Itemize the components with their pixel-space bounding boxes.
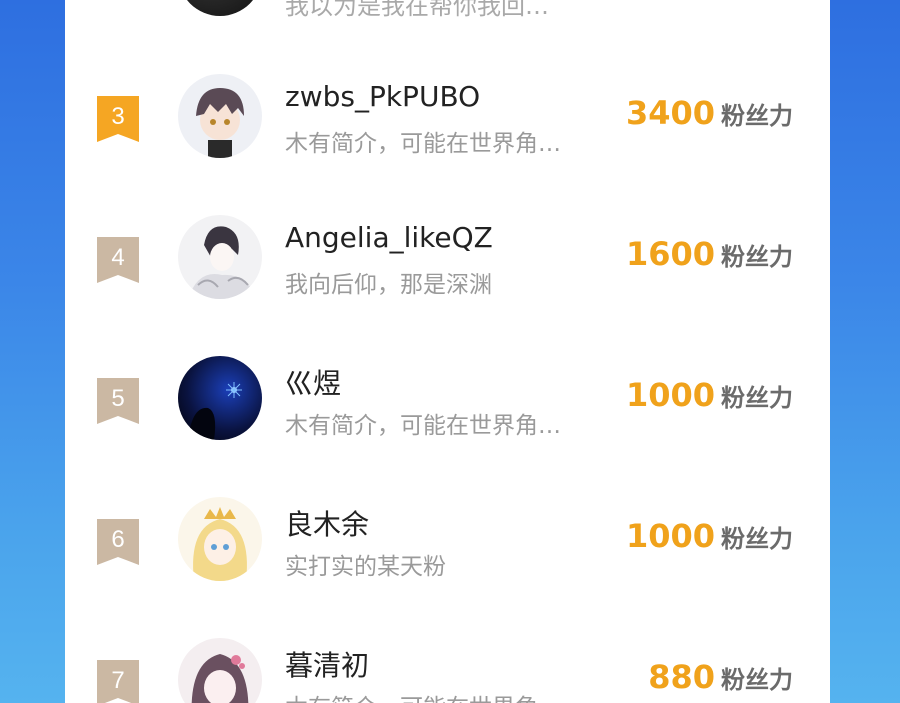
fan-power-score: 1000 粉丝力: [626, 517, 793, 555]
score-unit: 粉丝力: [721, 525, 793, 553]
rank-number: 7: [111, 667, 125, 694]
fan-power-score: 880 粉丝力: [648, 658, 793, 696]
avatar[interactable]: [178, 74, 262, 158]
rank-number: 5: [111, 385, 125, 412]
score-value: 880: [648, 658, 715, 696]
score-value: 1000: [625, 376, 715, 414]
rank-badge: 4: [97, 237, 139, 283]
fan-power-score: 1600 粉丝力: [626, 235, 793, 273]
user-bio: 木有简介，可能在世界角…: [285, 413, 561, 439]
user-name[interactable]: Angelia_likeQZ: [285, 221, 493, 254]
fan-power-score: 3400 粉丝力: [626, 94, 793, 132]
fan-power-score: 1000 粉丝力: [626, 376, 793, 414]
score-unit: 粉丝力: [721, 243, 793, 271]
list-item[interactable]: 4 Angelia_likeQZ 我向后仰，那是深渊 1600 粉丝力: [65, 215, 830, 315]
user-bio: 我以为是我在帮你我回…: [285, 0, 549, 20]
user-bio: 木有简介，可能在世界角…: [285, 688, 561, 703]
score-value: 1000: [625, 517, 715, 555]
user-name[interactable]: zwbs_PkPUBO: [285, 80, 480, 113]
rank-badge: 6: [97, 519, 139, 565]
user-bio: 我向后仰，那是深渊: [285, 272, 492, 298]
rank-number: 3: [111, 103, 125, 130]
user-name[interactable]: 暮清初: [285, 644, 369, 684]
score-value: 3400: [625, 94, 715, 132]
avatar[interactable]: [178, 0, 262, 16]
avatar[interactable]: [178, 356, 262, 440]
rank-number: 6: [111, 526, 125, 553]
list-item-partial[interactable]: 我以为是我在帮你我回…: [65, 0, 830, 20]
score-unit: 粉丝力: [721, 666, 793, 694]
rank-number: 4: [111, 244, 125, 271]
score-value: 1600: [625, 235, 715, 273]
fan-ranking-card: 我以为是我在帮你我回… 3 zwbs_PkPUBO 木有简介，可能在世界角… 3…: [65, 0, 830, 703]
score-unit: 粉丝力: [721, 384, 793, 412]
avatar[interactable]: [178, 215, 262, 299]
user-bio: 实打实的某天粉: [285, 554, 446, 580]
avatar[interactable]: [178, 497, 262, 581]
list-item[interactable]: 5 巛煜 木有简介，可能在世界角… 1000 粉丝力: [65, 356, 830, 456]
rank-badge: 3: [97, 96, 139, 142]
rank-badge: 7: [97, 660, 139, 703]
list-item[interactable]: 3 zwbs_PkPUBO 木有简介，可能在世界角… 3400 粉丝力: [65, 74, 830, 174]
user-name[interactable]: 良木余: [285, 503, 369, 543]
user-name[interactable]: 巛煜: [285, 362, 341, 402]
user-bio: 木有简介，可能在世界角…: [285, 131, 561, 157]
list-item[interactable]: 7 暮清初 木有简介，可能在世界角… 880粉丝力: [65, 638, 830, 703]
list-item[interactable]: 6 良木余 实打实的某天粉 1000 粉丝力: [65, 497, 830, 597]
score-unit: 粉丝力: [721, 102, 793, 130]
rank-badge: 5: [97, 378, 139, 424]
avatar[interactable]: [178, 638, 262, 703]
